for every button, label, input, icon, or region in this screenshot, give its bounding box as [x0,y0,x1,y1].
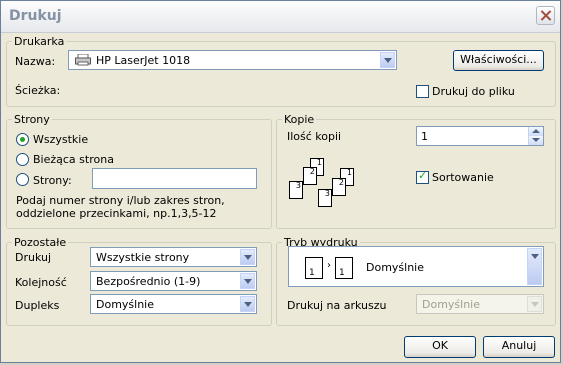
print-range-select[interactable]: Wszystkie strony [90,247,257,267]
collate-checkbox[interactable] [416,169,429,184]
chevron-down-icon[interactable] [527,296,542,312]
chevron-down-icon[interactable] [240,249,255,265]
per-sheet-value: Domyślnie [422,298,481,311]
pages-range-radio[interactable] [16,173,29,186]
print-mode-select[interactable]: 1 › 1 Domyślnie [288,246,544,287]
print-dialog: Drukuj Drukarka Nazwa: HP LaserJet 1018 … [0,0,561,363]
print-to-file-checkbox[interactable] [416,85,429,98]
per-sheet-select[interactable]: Domyślnie [416,294,544,314]
page-icon: 1 [305,257,323,279]
pages-range-label: Strony: [33,174,72,187]
pages-range-input[interactable] [92,168,257,189]
print-range-value: Wszystkie strony [96,251,190,264]
close-icon[interactable] [536,6,555,25]
copies-count-input[interactable]: 1 [416,126,544,146]
printer-icon [75,53,91,66]
pages-current-radio[interactable] [16,153,29,166]
properties-button[interactable]: Właściwości... [453,50,544,71]
pages-legend: Strony [14,113,50,126]
pages-hint: Podaj numer strony i/lub zakres stron, o… [16,194,225,220]
pages-current-label: Bieżąca strona [33,153,114,166]
other-legend: Pozostałe [14,236,67,249]
window-title: Drukuj [9,8,62,24]
order-select[interactable]: Bezpośrednio (1-9) [90,271,257,291]
page-icon: 3 [289,181,303,199]
printer-legend: Drukarka [14,35,65,48]
chevron-down-icon[interactable] [527,248,542,285]
page-icon: 3 [318,189,332,207]
page-icon: 2 [303,167,317,185]
ok-button[interactable]: OK [404,336,476,358]
printer-name-select[interactable]: HP LaserJet 1018 [68,50,397,70]
chevron-right-icon: › [327,260,331,271]
cancel-button[interactable]: Anuluj [483,336,555,358]
print-range-label: Drukuj [15,251,52,264]
copies-count-label: Ilość kopii [287,130,342,143]
chevron-down-icon[interactable] [240,296,255,312]
chevron-down-icon[interactable] [380,52,395,68]
copies-legend: Kopie [284,113,315,126]
printer-name-label: Nazwa: [15,55,56,68]
chevron-down-icon[interactable] [240,273,255,289]
collate-illustration: 1 2 3 1 2 3 [284,151,364,211]
collate-label: Sortowanie [432,171,494,184]
spin-up-icon[interactable] [528,127,543,136]
pages-all-label: Wszystkie [33,133,89,146]
duplex-value: Domyślnie [96,298,155,311]
print-to-file-label: Drukuj do pliku [432,85,515,98]
printer-name-value: HP LaserJet 1018 [96,54,191,67]
order-label: Kolejność [15,276,67,289]
copies-count-value: 1 [421,130,428,143]
page-icon: 1 [335,257,353,279]
title-bar: Drukuj [1,1,560,33]
duplex-select[interactable]: Domyślnie [90,294,257,314]
print-mode-value: Domyślnie [366,261,425,274]
duplex-label: Dupleks [15,299,60,312]
order-value: Bezpośrednio (1-9) [96,275,201,288]
spin-down-icon[interactable] [528,136,543,145]
printer-path-label: Ścieżka: [15,84,61,97]
page-icon: 2 [332,178,346,196]
per-sheet-label: Drukuj na arkuszu [287,299,387,312]
pages-all-radio[interactable] [16,133,29,146]
